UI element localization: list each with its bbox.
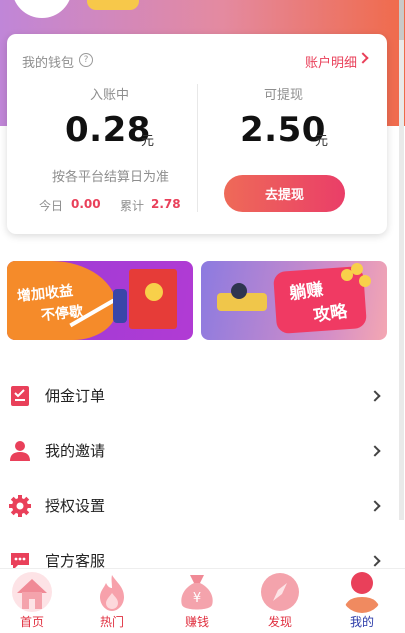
coin-icon [359,275,371,287]
compass-icon [261,573,299,611]
tab-label: 发现 [267,615,292,629]
pending-unit: 元 [141,134,155,149]
divider [197,84,198,212]
home-icon [12,572,52,612]
tab-discover[interactable]: 发现 [249,569,311,633]
chevron-right-icon [369,554,381,567]
menu-item-authorization-settings[interactable]: 授权设置 [0,478,395,533]
banner-line: 攻略 [312,301,349,327]
pending-amount: 0.28 [65,110,151,150]
chevron-right-icon [369,444,381,457]
coin-icon [145,283,163,301]
gear-icon [9,494,31,517]
menu-label: 佣金订单 [45,387,106,405]
menu-label: 我的邀请 [45,442,106,460]
withdrawable-unit: 元 [315,134,329,149]
total-label: 累计 [120,199,145,213]
total-value: 2.78 [151,197,181,211]
wallet-title: 我的钱包 [22,56,75,71]
tab-hot[interactable]: 热门 [81,569,143,633]
menu-label: 授权设置 [45,497,106,515]
menu-item-my-invites[interactable]: 我的邀请 [0,423,395,478]
money-bag-icon: ¥ [181,575,213,610]
tab-home[interactable]: 首页 [1,569,63,633]
today-value: 0.00 [71,197,101,211]
tab-me[interactable]: 我的 [331,569,393,633]
tab-label: 赚钱 [184,615,209,629]
settlement-note: 按各平台结算日为准 [52,170,170,185]
pending-label: 入账中 [90,88,130,103]
chevron-right-icon[interactable] [357,52,369,64]
tab-label: 我的 [349,615,374,629]
scrollbar-thumb[interactable] [399,0,404,40]
svg-text:¥: ¥ [193,591,201,606]
chevron-right-icon [369,389,381,402]
coin-icon [351,263,363,275]
withdrawable-label: 可提现 [264,88,304,103]
scrollbar-track[interactable] [399,0,404,520]
earn-strategy-banner[interactable]: 躺赚 攻略 [201,261,387,340]
withdrawable-amount: 2.50 [240,110,326,150]
person-icon [344,572,380,613]
menu-item-commission-orders[interactable]: 佣金订单 [0,368,395,423]
tab-earn[interactable]: ¥ 赚钱 [166,569,228,633]
tab-label: 热门 [99,615,124,629]
person-illustration [113,289,127,323]
order-list-icon [11,385,29,406]
user-icon [10,440,30,461]
account-details-link[interactable]: 账户明细 [305,52,357,71]
question-circle-icon[interactable]: ? [79,53,93,67]
member-badge[interactable] [87,0,139,10]
today-label: 今日 [39,199,64,213]
person-illustration [231,283,247,299]
flame-icon [100,575,124,611]
tab-label: 首页 [19,615,44,629]
wallet-card: 我的钱包 ? 账户明细 入账中 0.28 元 按各平台结算日为准 今日 0.00… [7,34,387,234]
withdraw-button[interactable]: 去提现 [224,175,345,212]
bottom-tab-bar: 首页 热门 ¥ 赚钱 发现 我的 [0,568,405,633]
income-banner[interactable]: 增加收益 不停歇 [7,261,193,340]
chevron-right-icon [369,499,381,512]
